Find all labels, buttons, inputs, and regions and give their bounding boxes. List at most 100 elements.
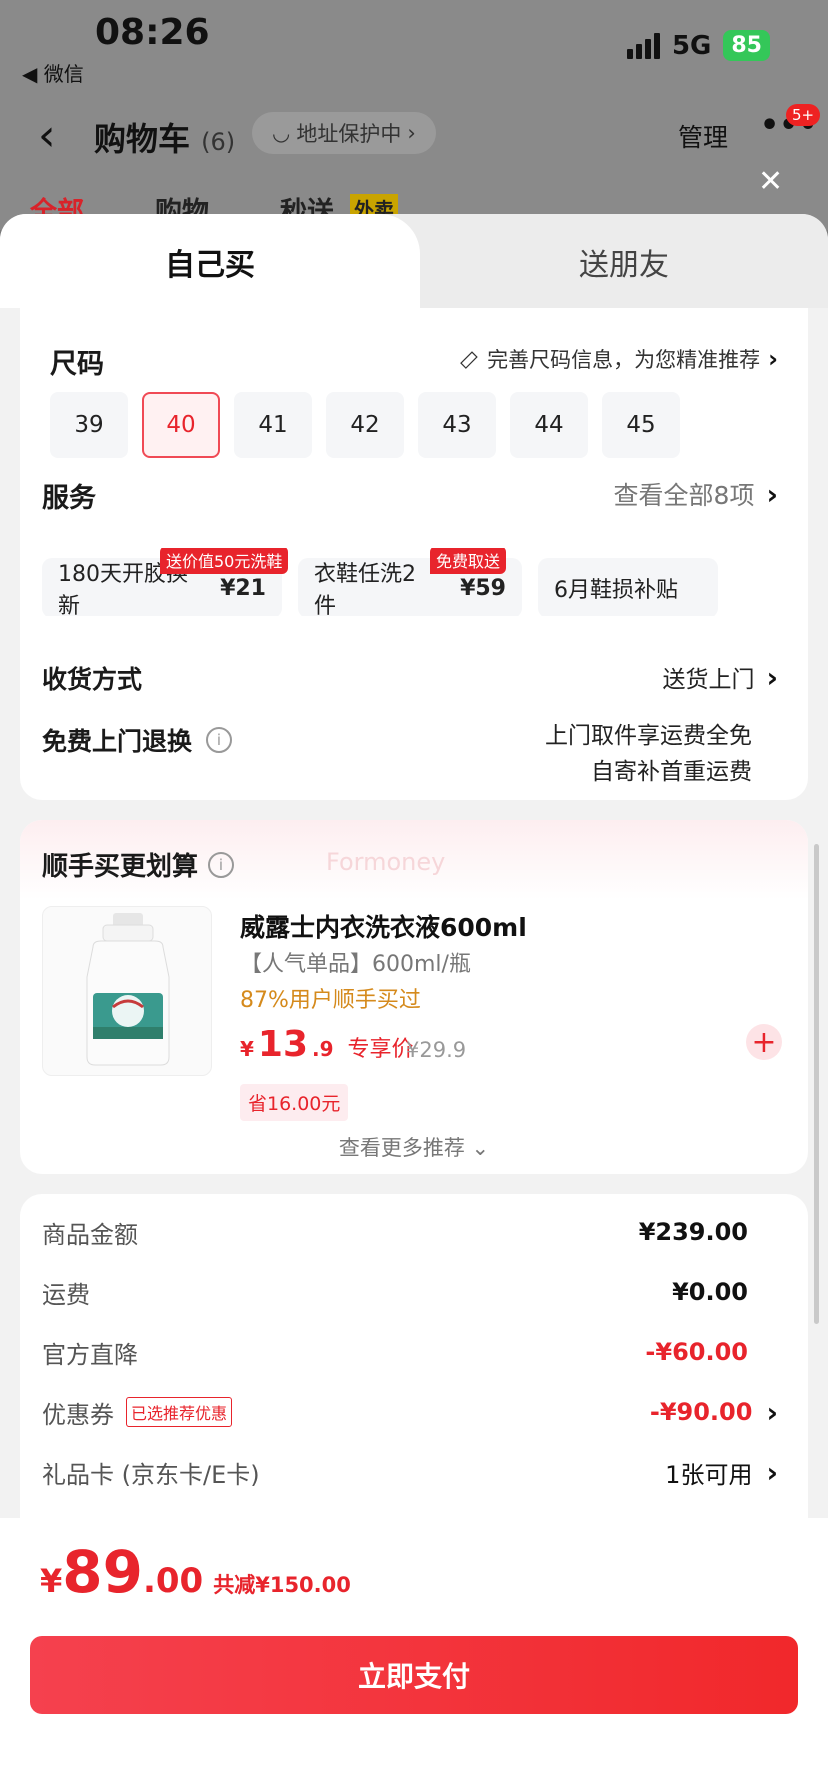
close-icon[interactable]: ✕: [758, 164, 783, 199]
original-price: ¥29.9: [406, 1038, 467, 1062]
delivery-method[interactable]: 送货上门 ›: [662, 660, 778, 694]
cart-count: (6): [201, 128, 236, 156]
service-view-all[interactable]: 查看全部8项 ›: [614, 476, 778, 512]
summary-row: 商品金额 ¥239.00: [42, 1212, 778, 1252]
options-card: 尺码 ▭ 完善尺码信息，为您精准推荐 › 39 40 41 42 43 44 4…: [20, 308, 808, 800]
addon-title-text: 顺手买更划算: [42, 852, 199, 882]
free-return-line2: 自寄补首重运费: [591, 759, 752, 785]
free-return-line1: 上门取件享运费全免: [545, 723, 752, 749]
size-option[interactable]: 45: [602, 392, 680, 458]
coupon-label: 优惠券: [42, 1400, 114, 1429]
size-hint-link[interactable]: ▭ 完善尺码信息，为您精准推荐 ›: [453, 343, 778, 375]
summary-label: 优惠券 已选推荐优惠: [42, 1395, 233, 1430]
summary-value: 1张可用 ›: [665, 1455, 778, 1490]
service-options: 180天开胶换新 ¥21 衣鞋任洗2件 ¥59 6月鞋损补贴 送价值50元洗鞋 …: [42, 548, 808, 616]
product-image[interactable]: [42, 906, 212, 1076]
total-reduction: 共减¥150.00: [213, 1573, 351, 1597]
add-to-order-button[interactable]: +: [746, 1024, 782, 1060]
total-price: ¥ 89 .00 共减¥150.00: [40, 1538, 351, 1606]
service-price: ¥21: [220, 575, 266, 601]
cart-title: 购物车 (6): [94, 114, 235, 160]
service-name: 6月鞋损补贴: [554, 578, 678, 603]
product-spec: 【人气单品】600ml/瓶: [240, 952, 471, 977]
tab-buy-self[interactable]: 自己买: [0, 214, 420, 308]
summary-value: ¥239.00: [638, 1218, 748, 1246]
cart-title-text: 购物车: [94, 120, 191, 158]
size-options: 39 40 41 42 43 44 45: [50, 392, 680, 458]
chevron-right-icon: ›: [407, 121, 416, 145]
service-promo-tag: 送价值50元洗鞋: [160, 548, 289, 574]
more-recommendations[interactable]: 查看更多推荐 ⌄: [20, 1132, 808, 1162]
summary-row: 官方直降 -¥60.00: [42, 1332, 778, 1372]
summary-value: -¥60.00: [645, 1338, 748, 1366]
currency-symbol: ¥: [40, 1562, 63, 1600]
chevron-right-icon: ›: [766, 660, 778, 694]
size-option[interactable]: 44: [510, 392, 588, 458]
scroll-indicator[interactable]: [814, 844, 819, 1324]
gift-card-row[interactable]: 礼品卡 (京东卡/E卡) 1张可用 ›: [42, 1452, 778, 1492]
ruler-icon: ▭: [452, 342, 485, 376]
detergent-bottle-icon: [86, 913, 170, 1066]
save-amount-tag: 省16.00元: [240, 1084, 349, 1121]
tab-buy-self-label: 自己买: [165, 248, 255, 283]
back-chevron-icon[interactable]: ‹: [38, 110, 56, 161]
gift-card-value: 1张可用: [665, 1460, 753, 1489]
network-label: 5G: [671, 30, 712, 61]
size-option[interactable]: 42: [326, 392, 404, 458]
payment-bar: ¥ 89 .00 共减¥150.00 立即支付: [0, 1518, 828, 1792]
chevron-down-icon: ⌄: [471, 1136, 490, 1160]
summary-label: 运费: [42, 1280, 90, 1309]
cart-header: ‹ 购物车 (6) ◡ 地址保护中 › 管理 ••• 5+: [0, 100, 828, 170]
size-option[interactable]: 43: [418, 392, 496, 458]
service-title: 服务: [42, 483, 96, 514]
coupon-row[interactable]: 优惠券 已选推荐优惠 -¥90.00 ›: [42, 1392, 778, 1432]
product-popularity: 87%用户顺手买过: [240, 988, 421, 1013]
service-price: ¥59: [460, 575, 506, 601]
price-decimal: .9: [312, 1037, 334, 1061]
more-recommendations-label: 查看更多推荐: [338, 1136, 465, 1160]
chevron-right-icon: ›: [766, 477, 778, 511]
free-return-text: 免费上门退换: [42, 727, 193, 756]
eye-icon: ◡: [272, 121, 291, 145]
summary-value: ¥0.00: [672, 1278, 748, 1306]
service-view-all-label: 查看全部8项: [613, 481, 755, 510]
coupon-tag: 已选推荐优惠: [126, 1397, 233, 1427]
service-name: 衣鞋任洗2件: [314, 562, 416, 616]
manage-button[interactable]: 管理: [678, 118, 728, 154]
exclusive-price-label: 专享价: [347, 1037, 414, 1062]
status-time: 08:26: [95, 12, 210, 53]
info-icon[interactable]: i: [208, 851, 235, 878]
chevron-right-icon: ›: [766, 1455, 778, 1489]
status-bar: 08:26 ◀ 微信 5G 85: [0, 0, 828, 88]
chevron-right-icon: ›: [768, 345, 778, 373]
info-icon[interactable]: i: [206, 727, 233, 753]
back-to-wechat[interactable]: ◀ 微信: [22, 58, 84, 87]
chevron-right-icon: ›: [766, 1395, 778, 1429]
service-promo-tag: 免费取送: [430, 548, 507, 574]
size-option[interactable]: 41: [234, 392, 312, 458]
plus-icon: +: [751, 1024, 777, 1060]
size-option-selected[interactable]: 40: [142, 392, 220, 458]
service-option[interactable]: 6月鞋损补贴: [538, 558, 718, 616]
pay-now-button[interactable]: 立即支付: [30, 1636, 798, 1714]
size-title: 尺码: [50, 349, 104, 380]
product-name[interactable]: 威露士内衣洗衣液600ml: [240, 908, 527, 944]
total-integer: 89: [62, 1538, 143, 1606]
tab-gift-friend[interactable]: 送朋友: [420, 240, 828, 284]
size-option[interactable]: 39: [50, 392, 128, 458]
message-badge: 5+: [786, 104, 821, 126]
size-hint-text: 完善尺码信息，为您精准推荐: [487, 348, 761, 372]
summary-label: 商品金额: [42, 1220, 138, 1249]
address-protection-pill[interactable]: ◡ 地址保护中 ›: [252, 112, 436, 154]
buy-mode-tabs: 自己买 送朋友: [0, 214, 828, 308]
watermark: Formoney: [326, 848, 446, 876]
currency-symbol: ¥: [240, 1037, 254, 1061]
signal-icon: [626, 32, 660, 59]
free-return-desc: 上门取件享运费全免 自寄补首重运费: [545, 718, 752, 790]
summary-label: 礼品卡 (京东卡/E卡): [42, 1460, 260, 1489]
free-return-label: 免费上门退换 i: [42, 722, 233, 758]
product-price: ¥ 13 .9 专享价: [240, 1024, 414, 1065]
coupon-value: -¥90.00: [649, 1398, 753, 1426]
status-indicators: 5G 85: [626, 30, 770, 61]
addon-title: 顺手买更划算 i: [42, 846, 235, 883]
